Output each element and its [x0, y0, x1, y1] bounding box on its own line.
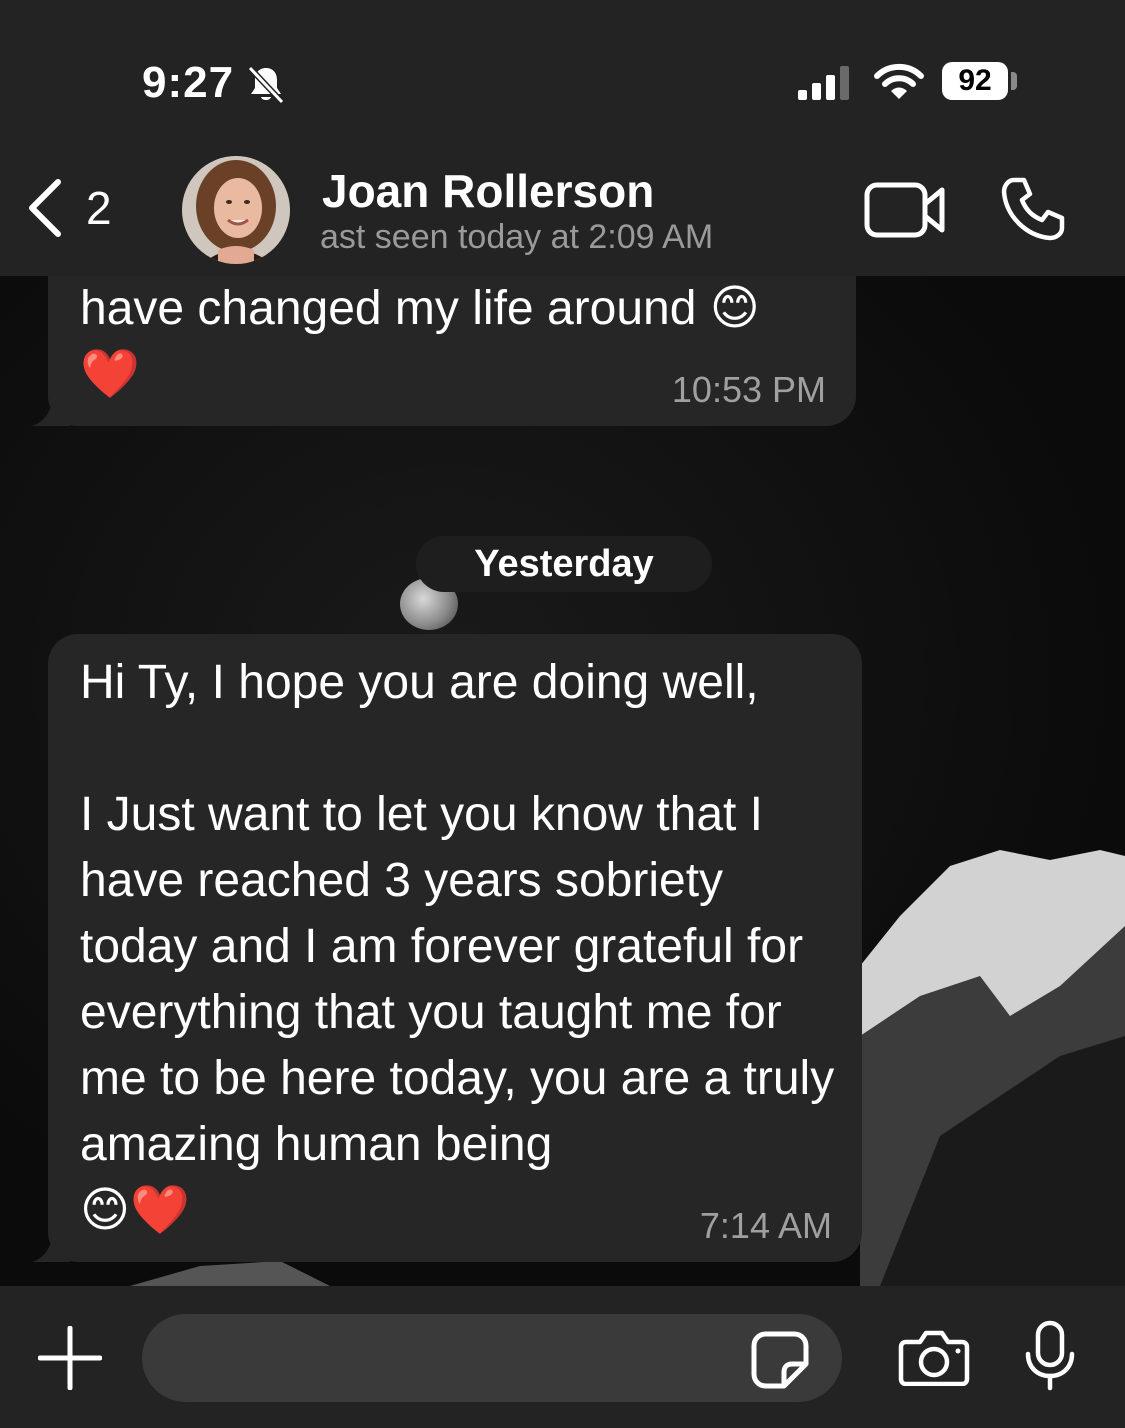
message-bubble-incoming[interactable]: Hi Ty, I hope you are doing well, I Just… [48, 634, 862, 1262]
status-time: 9:27 [142, 58, 235, 107]
message-input[interactable] [142, 1314, 842, 1402]
plus-icon[interactable] [38, 1326, 102, 1390]
contact-name[interactable]: Joan Rollerson [322, 164, 654, 218]
bell-off-icon [247, 65, 285, 104]
video-camera-icon[interactable] [864, 182, 946, 238]
bubble-tail [32, 392, 70, 426]
signal-icon [798, 66, 849, 100]
chevron-left-icon [29, 179, 61, 237]
message-text: Hi Ty, I hope you are doing well, I Just… [80, 656, 835, 1237]
camera-icon[interactable] [898, 1330, 970, 1386]
message-time: 7:14 AM [699, 1205, 832, 1246]
sticker-icon[interactable] [750, 1330, 810, 1390]
microphone-icon[interactable] [1024, 1320, 1076, 1392]
contact-last-seen: ast seen today at 2:09 AM [320, 218, 714, 256]
avatar[interactable] [182, 156, 290, 264]
bubble-tail [32, 1228, 70, 1262]
date-separator: Yesterday [416, 536, 712, 592]
phone-icon[interactable] [1000, 176, 1068, 242]
battery-tip [1011, 72, 1017, 90]
wifi-icon [874, 63, 924, 99]
unread-count: 2 [86, 182, 112, 234]
back-button[interactable]: 2 [22, 176, 112, 240]
chat-header: 9:27 92 2 Joan Rollerson ast seen today … [0, 0, 1125, 276]
avatar-photo [182, 156, 290, 264]
message-time: 10:53 PM [671, 369, 826, 410]
battery-icon: 92 [942, 62, 1008, 100]
